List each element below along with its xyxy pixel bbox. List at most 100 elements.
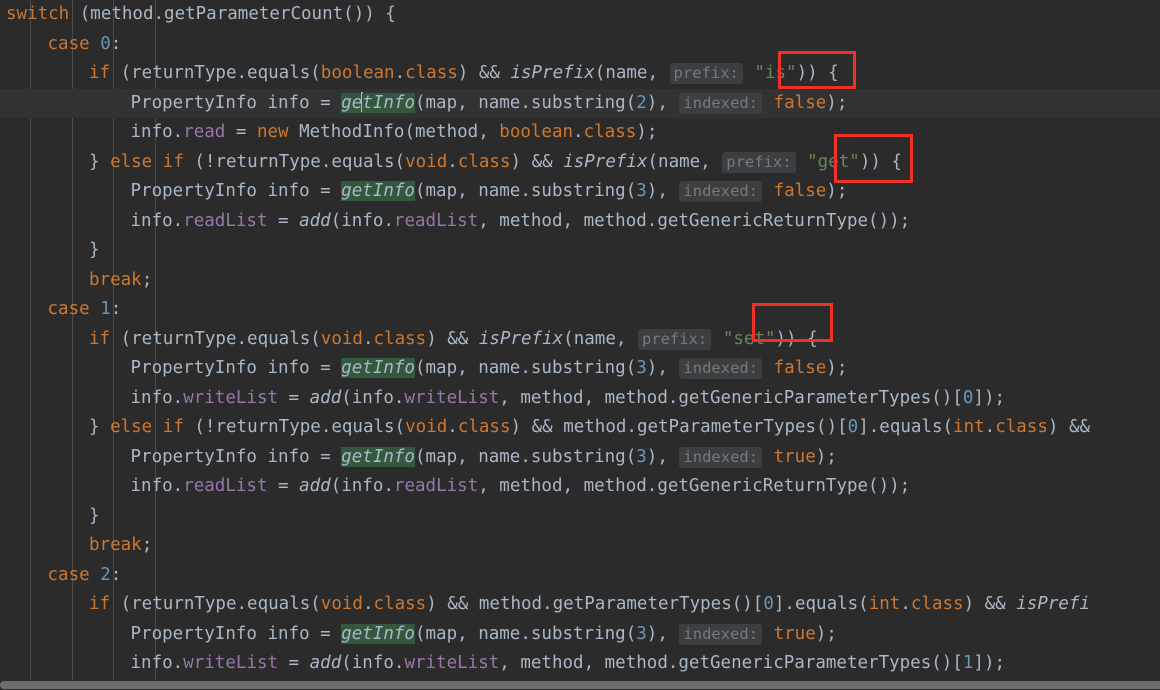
code-line[interactable]: case 0: bbox=[0, 30, 1160, 60]
code-token: ) && bbox=[457, 63, 511, 83]
code-line[interactable]: info.read = new MethodInfo(method, boole… bbox=[0, 118, 1160, 148]
horizontal-scrollbar[interactable] bbox=[0, 680, 1160, 690]
keyword-token: true bbox=[773, 446, 816, 467]
code-line[interactable]: PropertyInfo info = getInfo(map, name.su… bbox=[0, 354, 1160, 384]
code-editor[interactable]: switch (method.getParameterCount()) {cas… bbox=[0, 0, 1160, 690]
keyword-token: if bbox=[162, 151, 184, 172]
code-line[interactable]: PropertyInfo info = getInfo(map, name.su… bbox=[0, 88, 1160, 118]
code-line[interactable]: break; bbox=[0, 266, 1160, 296]
keyword-token: if bbox=[89, 594, 111, 614]
code-token: ; bbox=[141, 535, 153, 555]
code-line[interactable]: if (returnType.equals(boolean.class) && … bbox=[0, 59, 1160, 89]
code-token: (name, bbox=[647, 151, 722, 172]
method-token: add bbox=[309, 387, 342, 408]
code-line[interactable]: info.writeList = add(info.writeList, met… bbox=[0, 649, 1160, 679]
code-line[interactable]: break; bbox=[0, 531, 1160, 561]
code-token: )) { bbox=[775, 328, 818, 349]
method-token: isPrefix bbox=[510, 63, 595, 83]
inline-parameter-hint: prefix: bbox=[722, 151, 796, 173]
code-line[interactable]: info.writeList = add(info.writeList, met… bbox=[0, 384, 1160, 414]
code-token: (map, name.substring( bbox=[414, 358, 637, 378]
code-token: (info. bbox=[330, 476, 394, 496]
field-token: readList bbox=[393, 210, 479, 231]
code-token: (returnType.equals( bbox=[110, 594, 321, 614]
code-line[interactable]: PropertyInfo info = getInfo(map, name.su… bbox=[0, 620, 1160, 650]
search-highlight: ge bbox=[341, 92, 363, 113]
code-token: ]); bbox=[973, 653, 1006, 673]
number-token: 3 bbox=[636, 623, 647, 644]
inline-parameter-hint: indexed: bbox=[679, 623, 763, 645]
code-token: . bbox=[900, 594, 911, 614]
code-token: = bbox=[278, 387, 310, 408]
code-token: )) { bbox=[796, 63, 839, 83]
code-content[interactable]: switch (method.getParameterCount()) {cas… bbox=[0, 0, 1160, 690]
code-token: ) && bbox=[426, 328, 479, 349]
inline-parameter-hint: indexed: bbox=[679, 358, 763, 379]
inline-parameter-hint: prefix: bbox=[669, 63, 743, 84]
code-line[interactable]: PropertyInfo info = getInfo(map, name.su… bbox=[0, 177, 1160, 207]
keyword-token: class bbox=[405, 63, 458, 83]
number-token: 2 bbox=[636, 92, 647, 113]
code-token: = bbox=[278, 653, 310, 673]
code-line[interactable]: case 1: bbox=[0, 295, 1160, 325]
code-line[interactable]: info.readList = add(info.readList, metho… bbox=[0, 472, 1160, 502]
method-token: isPrefi bbox=[1016, 594, 1091, 614]
keyword-token: false bbox=[773, 181, 827, 201]
code-token: , method, method.getGenericParameterType… bbox=[499, 653, 963, 673]
search-highlight: getInfo bbox=[341, 358, 415, 378]
number-token: 0 bbox=[962, 387, 974, 408]
keyword-token: class bbox=[457, 417, 511, 437]
number-token: 0 bbox=[100, 33, 111, 54]
code-token: ); bbox=[826, 181, 848, 201]
code-token: . bbox=[394, 63, 406, 83]
number-token: 1 bbox=[962, 653, 974, 673]
code-line[interactable]: } bbox=[0, 502, 1160, 532]
code-token: ), bbox=[646, 623, 679, 644]
code-line[interactable]: info.readList = add(info.readList, metho… bbox=[0, 207, 1160, 237]
code-token: : bbox=[110, 299, 122, 319]
search-highlight: tInfo bbox=[362, 92, 415, 113]
keyword-token: if bbox=[162, 417, 184, 437]
keyword-token: if bbox=[89, 63, 111, 83]
code-token: . bbox=[447, 151, 458, 172]
code-token: (returnType.equals( bbox=[110, 328, 321, 349]
code-token: ) && method.getParameterTypes()[ bbox=[426, 594, 764, 614]
code-token: (map, name.substring( bbox=[414, 623, 637, 644]
code-token: : bbox=[110, 564, 122, 585]
field-token: readList bbox=[183, 210, 268, 231]
code-token: ); bbox=[815, 446, 837, 467]
code-line[interactable]: } else if (!returnType.equals(void.class… bbox=[0, 413, 1160, 443]
keyword-token: case bbox=[47, 299, 90, 319]
keyword-token: else bbox=[110, 151, 153, 172]
code-line[interactable]: case 2: bbox=[0, 561, 1160, 591]
horizontal-scrollbar-thumb[interactable] bbox=[0, 681, 1160, 689]
code-token: . bbox=[447, 417, 458, 437]
code-token: (map, name.substring( bbox=[414, 92, 637, 113]
code-line[interactable]: switch (method.getParameterCount()) { bbox=[0, 0, 1160, 30]
code-token: ) && method.getParameterTypes()[ bbox=[510, 417, 848, 437]
number-token: 3 bbox=[636, 358, 647, 378]
method-token: add bbox=[299, 210, 331, 231]
code-token: (name, bbox=[594, 63, 669, 83]
string-literal: "get" bbox=[807, 151, 860, 172]
code-token: (map, name.substring( bbox=[414, 446, 637, 467]
keyword-token: int bbox=[953, 417, 985, 437]
code-line[interactable]: } bbox=[0, 236, 1160, 266]
code-token: : bbox=[110, 33, 122, 54]
code-line[interactable]: } else if (!returnType.equals(void.class… bbox=[0, 148, 1160, 178]
code-token: . bbox=[362, 594, 374, 614]
code-token: PropertyInfo info = bbox=[130, 623, 342, 644]
code-line[interactable]: if (returnType.equals(void.class) && met… bbox=[0, 590, 1160, 620]
code-line[interactable]: PropertyInfo info = getInfo(map, name.su… bbox=[0, 443, 1160, 473]
field-token: writeList bbox=[404, 387, 500, 408]
code-token: ), bbox=[646, 358, 679, 378]
method-token: isPrefix bbox=[563, 151, 648, 172]
code-line[interactable]: if (returnType.equals(void.class) && isP… bbox=[0, 325, 1160, 355]
field-token: readList bbox=[183, 476, 268, 496]
